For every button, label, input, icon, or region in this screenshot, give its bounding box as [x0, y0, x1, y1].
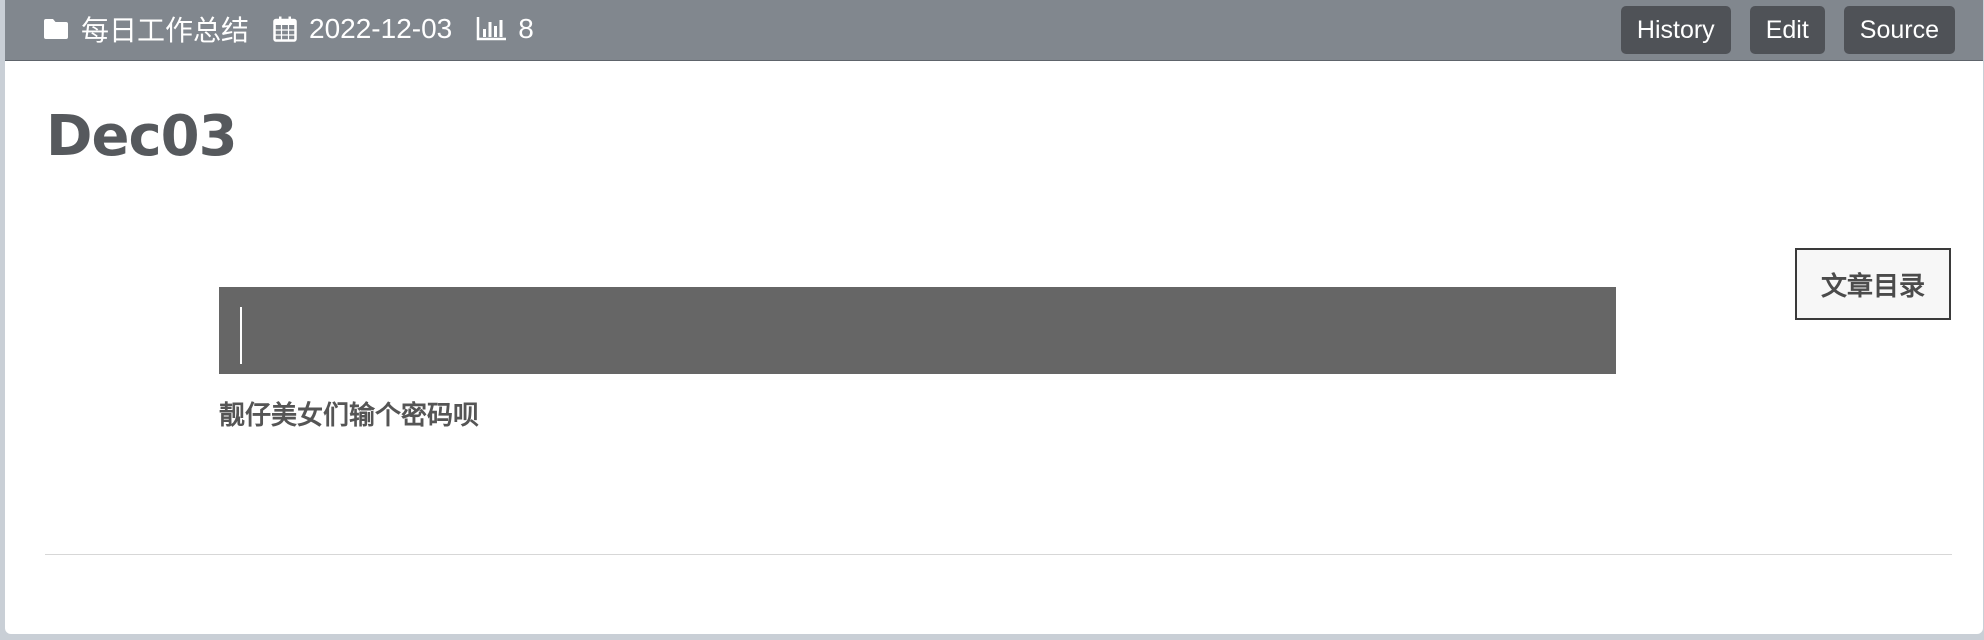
bar-chart-icon — [476, 17, 507, 41]
top-bar: 每日工作总结 2022-12-03 8 History Edit Source — [5, 0, 1983, 61]
post-meta: 每日工作总结 2022-12-03 8 — [43, 0, 558, 58]
post-date: 2022-12-03 — [309, 13, 453, 44]
text-caret — [240, 307, 242, 364]
edit-button[interactable]: Edit — [1749, 6, 1825, 54]
view-count: 8 — [518, 13, 534, 44]
history-button[interactable]: History — [1620, 6, 1731, 54]
content-divider — [45, 554, 1952, 555]
page-title: Dec03 — [46, 104, 238, 169]
toc-button[interactable]: 文章目录 — [1795, 248, 1951, 320]
password-input[interactable] — [219, 287, 1616, 374]
header-actions: History Edit Source — [1620, 6, 1955, 54]
password-hint: 靓仔美女们输个密码呗 — [219, 400, 480, 430]
category-link[interactable]: 每日工作总结 — [81, 9, 249, 49]
folder-icon — [43, 18, 69, 40]
source-button[interactable]: Source — [1843, 6, 1955, 54]
page-card: 每日工作总结 2022-12-03 8 History Edit Source … — [5, 0, 1983, 634]
calendar-icon — [273, 16, 297, 42]
